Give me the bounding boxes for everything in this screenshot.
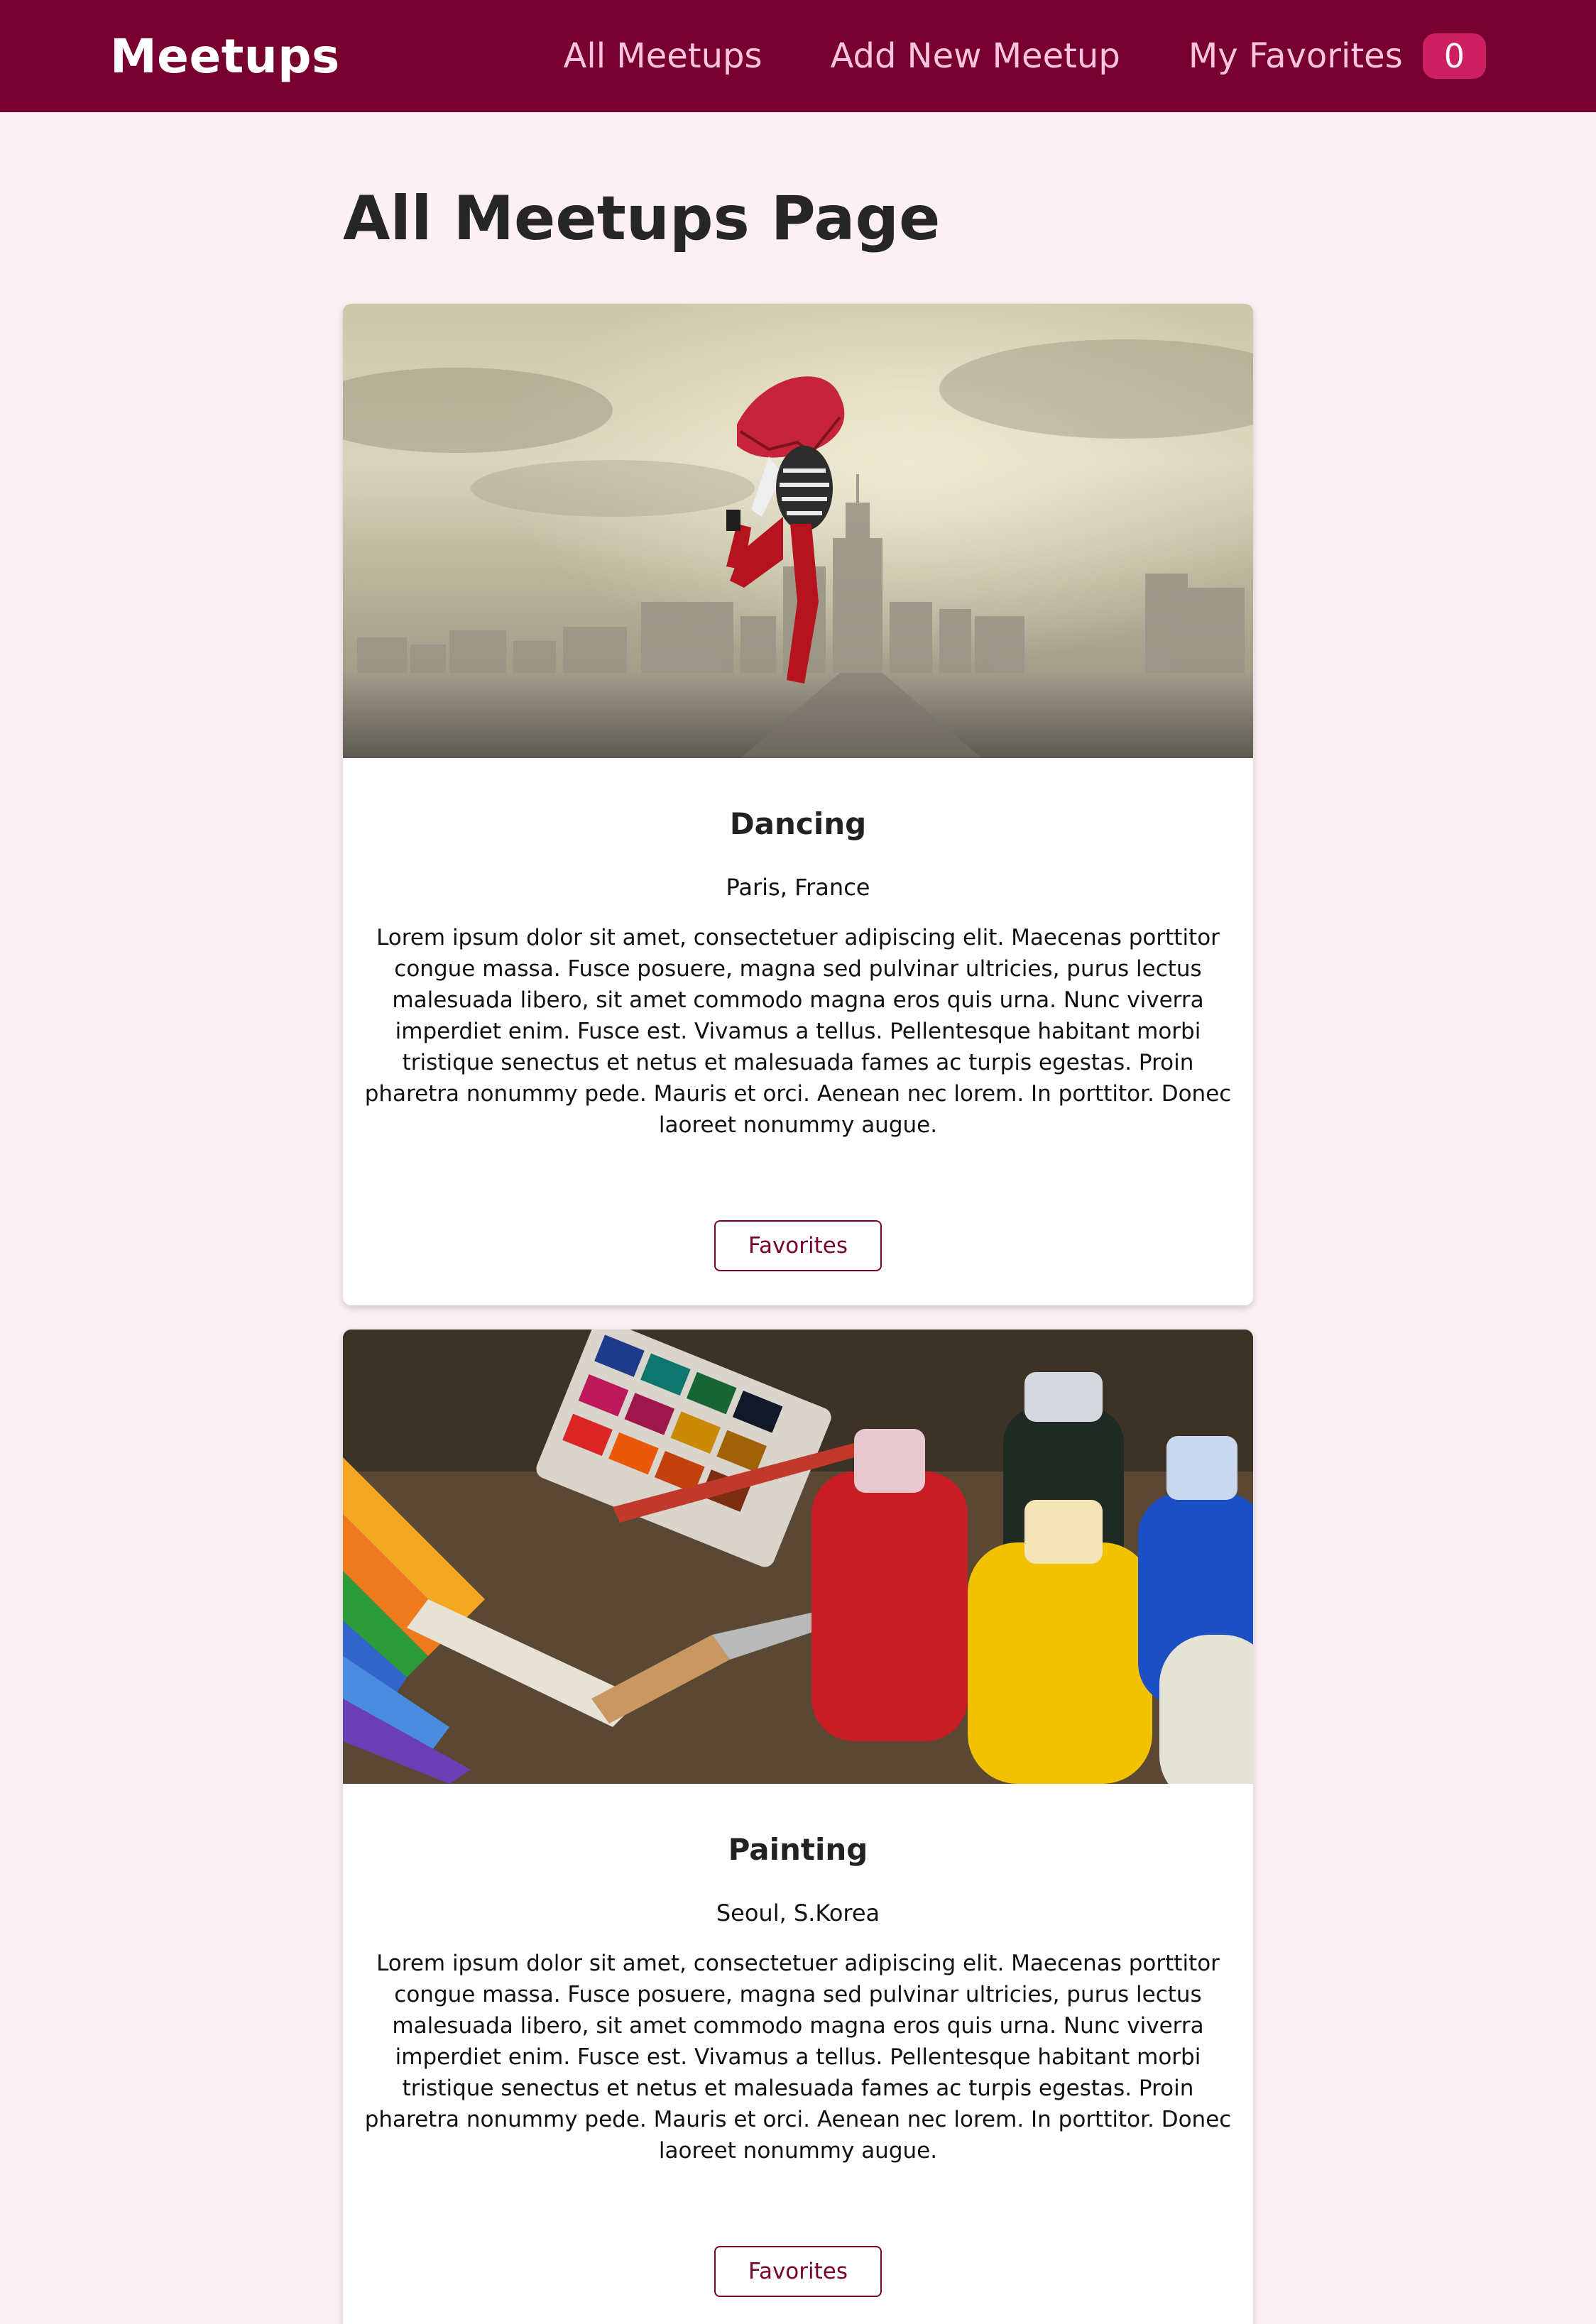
meetup-description: Lorem ipsum dolor sit amet, consectetuer…: [364, 925, 1232, 1138]
page-title: All Meetups Page: [343, 183, 941, 254]
meetup-card-content: Painting Seoul, S.Korea Lorem ipsum dolo…: [343, 1784, 1253, 2166]
favorites-count-badge: 0: [1422, 33, 1486, 79]
meetup-image-painting: [343, 1330, 1253, 1784]
favorites-button[interactable]: Favorites: [714, 1220, 882, 1271]
favorites-button[interactable]: Favorites: [714, 2246, 882, 2297]
meetup-card: Dancing Paris, France Lorem ipsum dolor …: [343, 304, 1253, 1305]
nav-link-all-meetups[interactable]: All Meetups: [564, 36, 763, 76]
main-content: All Meetups Page Dancing Paris, France L…: [343, 112, 1253, 2324]
meetup-address: Seoul, S.Korea: [716, 1900, 880, 1926]
meetup-title: Dancing: [729, 806, 867, 841]
nav-link-add-new-meetup[interactable]: Add New Meetup: [830, 36, 1120, 76]
meetup-description: Lorem ipsum dolor sit amet, consectetuer…: [364, 1951, 1232, 2164]
meetup-card: Painting Seoul, S.Korea Lorem ipsum dolo…: [343, 1330, 1253, 2324]
meetup-title: Painting: [728, 1832, 868, 1867]
nav-link-my-favorites[interactable]: My Favorites 0: [1188, 33, 1486, 79]
main-navigation: Meetups All Meetups Add New Meetup My Fa…: [0, 0, 1596, 112]
logo[interactable]: Meetups: [110, 29, 340, 84]
nav-link-my-favorites-label: My Favorites: [1188, 36, 1403, 76]
meetup-address: Paris, France: [726, 874, 870, 901]
meetup-image-dancing: [343, 304, 1253, 758]
meetup-card-content: Dancing Paris, France Lorem ipsum dolor …: [343, 758, 1253, 1141]
nav-links: All Meetups Add New Meetup My Favorites …: [564, 33, 1486, 79]
meetup-card-actions: Favorites: [343, 2166, 1253, 2324]
meetup-card-actions: Favorites: [343, 1141, 1253, 1305]
